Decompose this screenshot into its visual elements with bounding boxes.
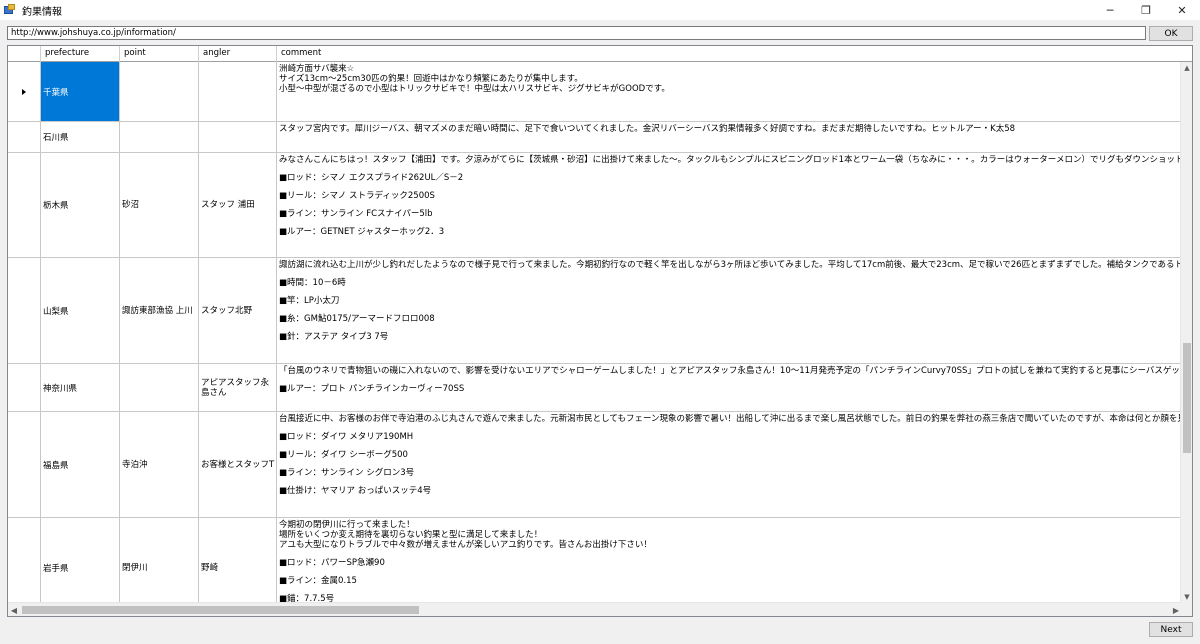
cell-angler[interactable]: 野崎 [199, 518, 277, 603]
cell-angler[interactable]: スタッフ 浦田 [199, 153, 277, 257]
data-grid[interactable]: prefecture point angler comment 千葉県 洲崎方面サ… [7, 45, 1193, 617]
cell-comment[interactable]: スタッフ宮内です。犀川ジーバス、朝マズメのまだ暗い時間に、足下で食いついてくれま… [277, 122, 1182, 152]
grid-header: prefecture point angler comment [8, 46, 1192, 62]
cell-comment[interactable]: 諏訪湖に流れ込む上川が少し釣れだしたようなので様子見で行って来ました。今期初釣行… [277, 258, 1182, 363]
minimize-button[interactable]: ─ [1092, 0, 1128, 20]
cell-point[interactable]: 諏訪東部漁協 上川 [120, 258, 199, 363]
cell-point[interactable] [120, 62, 199, 121]
comment-line: ■リール：シマノ ストラディック2500S [279, 191, 435, 201]
comment-line: スタッフ宮内です。犀川ジーバス、朝マズメのまだ暗い時間に、足下で食いついてくれま… [279, 124, 1016, 134]
scroll-corner [1180, 602, 1192, 616]
app-icon [4, 4, 16, 16]
horizontal-scroll-thumb[interactable] [22, 606, 419, 614]
comment-line: ■竿：LP小太刀 [279, 296, 340, 306]
cell-comment[interactable]: 洲崎方面サバ襲来☆ サイズ13cm～25cm30匹の釣果！回遊中はかなり頻繁にあた… [277, 62, 1182, 121]
row-header-column [8, 46, 41, 62]
cell-point[interactable]: 寺泊沖 [120, 412, 199, 517]
column-header-prefecture[interactable]: prefecture [41, 46, 120, 62]
comment-line: 小型～中型が混ざるので小型はトリックサビキで！中型は太ハリスサビキ、ジグサビキが… [279, 84, 670, 94]
comment-line: 「台風のウネリで青物狙いの磯に入れないので、影響を受けないエリアでシャローゲーム… [279, 366, 1182, 376]
comment-line: 洲崎方面サバ襲来☆ [279, 64, 355, 74]
cell-point[interactable] [120, 364, 199, 411]
current-row-arrow-icon [22, 88, 26, 95]
scroll-left-icon[interactable]: ◀ [8, 603, 20, 616]
vertical-scroll-thumb[interactable] [1183, 343, 1191, 453]
row-selector[interactable] [8, 153, 41, 257]
comment-line: アユも大型になりトラブルで中々数が増えませんが楽しいアユ釣りです。皆さんお出掛け… [279, 540, 652, 550]
comment-line: ■ルアー：GETNET ジャスターホッグ2．3 [279, 227, 445, 237]
cell-prefecture[interactable]: 栃木県 [41, 153, 120, 257]
grid-body: 千葉県 洲崎方面サバ襲来☆ サイズ13cm～25cm30匹の釣果！回遊中はかなり頻繁… [8, 62, 1182, 603]
table-row[interactable]: 神奈川県 アピアスタッフ永島さん 「台風のウネリで青物狙いの磯に入れないので、影響を… [8, 364, 1182, 412]
row-selector[interactable] [8, 122, 41, 152]
comment-line: 台風接近に中、お客様のお伴で寺泊港のふじ丸さんで遊んで来ました。元新潟市民として… [279, 414, 1182, 424]
vertical-scrollbar[interactable]: ▲ ▼ [1180, 62, 1192, 603]
cell-comment[interactable]: みなさんこんにちはっ！スタッフ【浦田】です。夕涼みがてらに【茨城県・砂沼】に出掛… [277, 153, 1182, 257]
cell-angler[interactable]: お客様とスタッフT [199, 412, 277, 517]
row-selector[interactable] [8, 518, 41, 603]
cell-prefecture[interactable]: 岩手県 [41, 518, 120, 603]
cell-prefecture[interactable]: 石川県 [41, 122, 120, 152]
table-row[interactable]: 福島県 寺泊沖 お客様とスタッフT 台風接近に中、お客様のお伴で寺泊港のふじ丸さんで遊… [8, 412, 1182, 518]
comment-line: ■ロッド：ダイワ メタリア190MH [279, 432, 414, 442]
cell-prefecture[interactable]: 神奈川県 [41, 364, 120, 411]
cell-point[interactable] [120, 122, 199, 152]
ok-button[interactable]: OK [1149, 26, 1193, 41]
cell-angler[interactable] [199, 122, 277, 152]
comment-line: 場所をいくつか変え期待を裏切らない釣果と型に満足して来ました！ [279, 530, 543, 540]
comment-line: ■リール：ダイワ シーボーグ500 [279, 450, 408, 460]
comment-line: ■ロッド：パワーSP急瀬90 [279, 558, 385, 568]
comment-line: ■ロッド：シマノ エクスプライド262UL／S－2 [279, 173, 464, 183]
comment-line: ■ライン：金属0.15 [279, 576, 357, 586]
url-input[interactable] [7, 26, 1146, 40]
cell-point[interactable]: 砂沼 [120, 153, 199, 257]
column-header-point[interactable]: point [120, 46, 199, 62]
comment-line: ■ライン：サンライン シグロン3号 [279, 468, 415, 478]
comment-line: サイズ13cm～25cm30匹の釣果！回遊中はかなり頻繁にあたりが集中します。 [279, 74, 583, 84]
table-row[interactable]: 栃木県 砂沼 スタッフ 浦田 みなさんこんにちはっ！スタッフ【浦田】です。夕涼みがてら… [8, 153, 1182, 258]
comment-line: ■時間：10－6時 [279, 278, 346, 288]
next-button[interactable]: Next [1149, 622, 1193, 637]
comment-line: ■ルアー：プロト パンチラインカーヴィー70SS [279, 384, 465, 394]
cell-comment[interactable]: 「台風のウネリで青物狙いの磯に入れないので、影響を受けないエリアでシャローゲーム… [277, 364, 1182, 411]
column-header-angler[interactable]: angler [199, 46, 277, 62]
cell-point[interactable]: 閉伊川 [120, 518, 199, 603]
cell-angler[interactable] [199, 62, 277, 121]
cell-comment[interactable]: 今期初の閉伊川に行って来ました！ 場所をいくつか変え期待を裏切らない釣果と型に満足… [277, 518, 1182, 603]
table-row[interactable]: 石川県 スタッフ宮内です。犀川ジーバス、朝マズメのまだ暗い時間に、足下で食いついて… [8, 122, 1182, 153]
cell-angler[interactable]: スタッフ北野 [199, 258, 277, 363]
table-row[interactable]: 千葉県 洲崎方面サバ襲来☆ サイズ13cm～25cm30匹の釣果！回遊中はかなり頻繁… [8, 62, 1182, 122]
comment-line: ■糸：GM鮎0175/アーマードフロロ008 [279, 314, 435, 324]
cell-comment[interactable]: 台風接近に中、お客様のお伴で寺泊港のふじ丸さんで遊んで来ました。元新潟市民として… [277, 412, 1182, 517]
row-selector[interactable] [8, 62, 41, 121]
row-selector[interactable] [8, 364, 41, 411]
app-window: 釣果情報 ─ ❐ ✕ OK prefecture point angler co… [0, 0, 1200, 644]
comment-line: ■ライン：サンライン FCスナイパー5lb [279, 209, 433, 219]
comment-line: ■針：アステア タイプ3 7号 [279, 332, 389, 342]
close-button[interactable]: ✕ [1164, 0, 1200, 20]
row-selector[interactable] [8, 412, 41, 517]
comment-line: ■仕掛け：ヤマリア おっぱいスッテ4号 [279, 486, 432, 496]
cell-angler[interactable]: アピアスタッフ永島さん [199, 364, 277, 411]
row-selector[interactable] [8, 258, 41, 363]
horizontal-scrollbar[interactable]: ◀ ▶ [8, 602, 1182, 616]
table-row[interactable]: 岩手県 閉伊川 野崎 今期初の閉伊川に行って来ました！ 場所をいくつか変え期待を裏切らな… [8, 518, 1182, 603]
title-bar: 釣果情報 ─ ❐ ✕ [0, 0, 1200, 20]
comment-line: 今期初の閉伊川に行って来ました！ [279, 520, 415, 530]
window-title: 釣果情報 [22, 6, 62, 18]
cell-prefecture[interactable]: 山梨県 [41, 258, 120, 363]
restore-button[interactable]: ❐ [1128, 0, 1164, 20]
column-header-comment[interactable]: comment [277, 46, 1192, 62]
scroll-up-icon[interactable]: ▲ [1181, 62, 1192, 74]
comment-line: みなさんこんにちはっ！スタッフ【浦田】です。夕涼みがてらに【茨城県・砂沼】に出掛… [279, 155, 1182, 165]
cell-prefecture[interactable]: 福島県 [41, 412, 120, 517]
cell-prefecture[interactable]: 千葉県 [41, 62, 120, 121]
comment-line: 諏訪湖に流れ込む上川が少し釣れだしたようなので様子見で行って来ました。今期初釣行… [279, 260, 1182, 270]
table-row[interactable]: 山梨県 諏訪東部漁協 上川 スタッフ北野 諏訪湖に流れ込む上川が少し釣れだしたようなの… [8, 258, 1182, 364]
